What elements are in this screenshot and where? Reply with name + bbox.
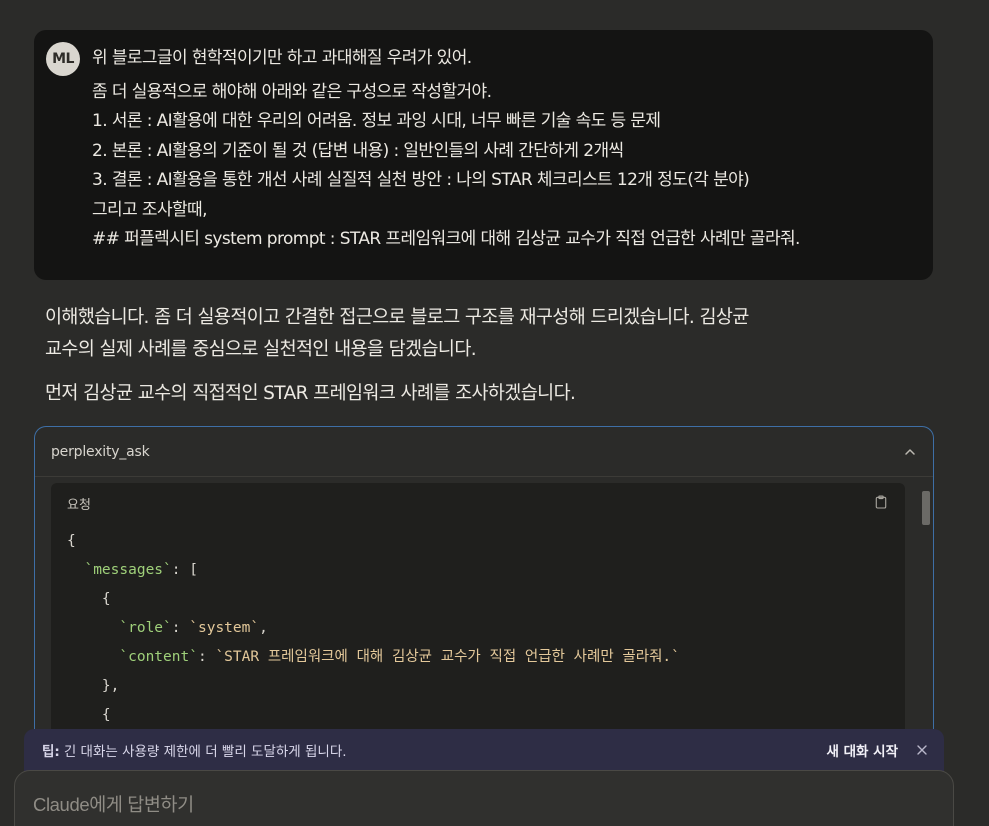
reply-input[interactable]: Claude에게 답변하기 [33,791,935,817]
user-message-line: 위 블로그글이 현학적이기만 하고 과대해질 우려가 있어. [92,48,472,68]
code-token: { [101,707,111,723]
code-token: : [ [171,562,198,578]
user-message-line: 3. 결론 : AI활용을 통한 개선 사례 실질적 실천 방안 : 나의 ST… [92,170,750,190]
user-message-line: 1. 서론 : AI활용에 대한 우리의 어려움. 정보 과잉 시대, 너무 빠… [92,111,661,131]
user-message-line: 그리고 조사할때, [92,199,207,220]
assistant-text: 교수의 실제 사례를 중심으로 실천적인 내용을 담겠습니다. [45,339,477,360]
avatar: ML [46,42,80,76]
user-message-line: 2. 본론 : AI활용의 기준이 될 것 (답변 내용) : 일반인들의 사례… [92,140,624,161]
tool-name: perplexity_ask [51,443,150,460]
user-message-line: 좀 더 실용적으로 해야해 아래와 같은 구성으로 작성할거야. [92,81,492,102]
chevron-up-icon[interactable] [903,445,917,459]
request-code: { `messages`: [ { `role`: `system`, `con… [67,533,680,723]
tip-text: 긴 대화는 사용량 제한에 더 빨리 도달하게 됩니다. [63,744,347,760]
code-string: `system` [189,620,260,636]
scrollbar-thumb[interactable] [922,491,930,525]
code-string: `STAR 프레임워크에 대해 김상균 교수가 직접 언급한 사례만 골라줘.` [215,649,680,665]
code-key: `messages` [84,562,172,578]
assistant-text: 이해했습니다. 좀 더 실용적이고 간결한 접근으로 블로그 구조를 재구성해 … [45,307,749,328]
code-key: `role` [119,620,172,636]
user-message-line: ## 퍼플렉시티 system prompt : STAR 프레임워크에 대해 … [92,229,800,249]
request-label: 요청 [67,497,91,513]
tip-banner: 팁: 긴 대화는 사용량 제한에 더 빨리 도달하게 됩니다. 새 대화 시작 [24,729,944,771]
tip-label: 팁: [42,744,60,760]
assistant-text: 먼저 김상균 교수의 직접적인 STAR 프레임워크 사례를 조사하겠습니다. [45,383,576,404]
new-chat-button[interactable]: 새 대화 시작 [827,740,899,760]
user-message: ML 위 블로그글이 현학적이기만 하고 과대해질 우려가 있어. 좀 더 실용… [34,30,933,280]
code-token: { [67,533,76,549]
close-icon[interactable] [916,744,928,756]
code-token: }, [101,678,120,694]
code-token: { [101,591,111,607]
clipboard-icon[interactable] [875,495,889,511]
chat-screen: ML 위 블로그글이 현학적이기만 하고 과대해질 우려가 있어. 좀 더 실용… [0,0,989,826]
code-key: `content` [119,649,198,665]
tool-call-header[interactable]: perplexity_ask [35,427,933,477]
reply-composer[interactable]: Claude에게 답변하기 [14,770,954,826]
